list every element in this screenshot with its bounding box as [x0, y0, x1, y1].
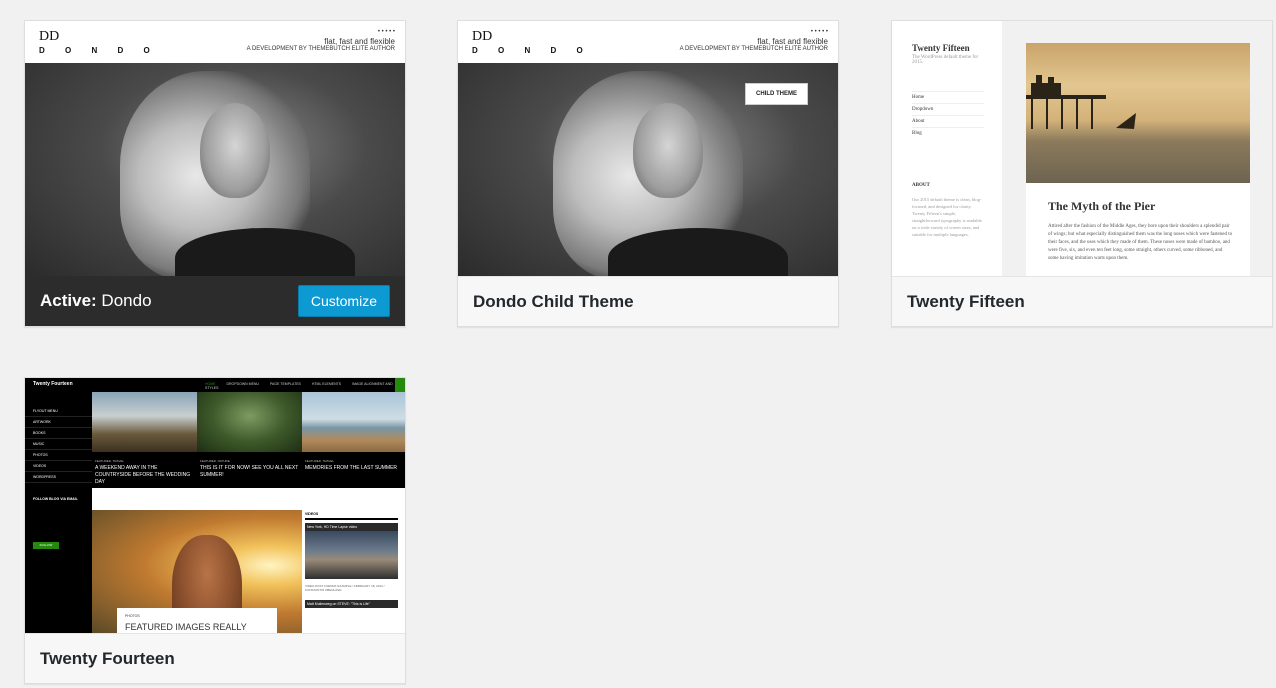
- t4-nav: HOME DROPDOWN MENU PAGE TEMPLATES HTML E…: [205, 382, 405, 390]
- t4-follow-heading: FOLLOW BLOG VIA EMAIL: [33, 497, 78, 501]
- portrait-face: [200, 103, 270, 198]
- tf-menu-item: About: [912, 115, 984, 127]
- t4-side-item: WORDPRESS: [25, 472, 92, 483]
- pier-silhouette: [1026, 75, 1136, 129]
- theme-card-twenty-fifteen[interactable]: Twenty Fifteen The WordPress default the…: [891, 20, 1273, 327]
- t4-feature-title: MEMORIES FROM THE LAST SUMMER: [305, 465, 398, 471]
- tf-menu: Home Dropdown About Blog: [912, 91, 984, 139]
- t4-side-item: BOOKS: [25, 428, 92, 439]
- customize-button[interactable]: Customize: [297, 285, 390, 317]
- t4-feature-image: [302, 392, 405, 452]
- tf-menu-item: Blog: [912, 127, 984, 139]
- tf-menu-item: Dropdown: [912, 103, 984, 115]
- tf-post-text: Attired after the fashion of the Middle …: [1048, 224, 1233, 261]
- tagline-text: flat, fast and flexible: [757, 37, 828, 46]
- tf-article: The Myth of the Pier Attired after the f…: [1026, 183, 1250, 276]
- dondo-wordmark: D O N D O: [39, 46, 159, 55]
- tf-about-heading: ABOUT: [912, 183, 930, 188]
- t4-nav-item: DROPDOWN MENU: [226, 382, 259, 386]
- theme-screenshot[interactable]: Twenty Fifteen The WordPress default the…: [892, 21, 1272, 276]
- dondo-tagline: • • • • • flat, fast and flexible A DEVE…: [247, 29, 395, 52]
- dondo-logo: DD: [39, 29, 60, 44]
- theme-preview-header: DD D O N D O • • • • • flat, fast and fl…: [25, 21, 405, 64]
- portrait-face: [633, 103, 703, 198]
- child-theme-badge: CHILD THEME: [745, 83, 808, 105]
- t4-sidebar: FLYOUT MENU ARTWORK BOOKS MUSIC PHOTOS V…: [25, 392, 92, 633]
- tf-about-text: Our 2015 default theme is clean, blog-fo…: [912, 197, 982, 237]
- theme-name-bar: Dondo Child Theme: [458, 276, 838, 326]
- t4-featured-text: FEATURED IMAGES REALLY: [125, 622, 247, 632]
- t4-brand: Twenty Fourteen: [33, 381, 73, 387]
- t4-feature-title: THIS IS IT FOR NOW! SEE YOU ALL NEXT SUM…: [200, 465, 299, 478]
- dondo-logo: DD: [472, 29, 493, 44]
- t4-feature-title: A WEEKEND AWAY IN THE COUNTRYSIDE BEFORE…: [95, 465, 191, 485]
- t4-feature-image: [92, 392, 197, 452]
- t4-nav-item: HTML ELEMENTS: [311, 382, 342, 386]
- tagline-sub: A DEVELOPMENT BY THEMEBUTCH ELITE AUTHOR: [679, 46, 828, 52]
- tf-post-title: The Myth of the Pier: [1048, 199, 1156, 213]
- theme-name-bar: Twenty Fourteen: [25, 633, 405, 683]
- t4-feature-label: FEATURED, NATURE: [200, 459, 230, 463]
- theme-card-twenty-fourteen[interactable]: Twenty Fourteen HOME DROPDOWN MENU PAGE …: [24, 377, 406, 684]
- t4-video-title: New York, HD Time Lapse video: [305, 523, 398, 531]
- active-label: Active:: [40, 291, 97, 310]
- tf-site-desc: The WordPress default theme for 2015.: [912, 55, 979, 65]
- tf-site-title: Twenty Fifteen: [912, 43, 970, 53]
- t4-video-thumb: [305, 531, 398, 579]
- theme-title: Dondo: [101, 291, 152, 310]
- theme-card-dondo-child[interactable]: DD D O N D O • • • • • flat, fast and fl…: [457, 20, 839, 327]
- t4-topbar: Twenty Fourteen HOME DROPDOWN MENU PAGE …: [25, 378, 405, 392]
- t4-side-item: ARTWORK: [25, 417, 92, 428]
- t4-video-caption: VIDEO POST FORMAT EXAMPLE / FEBRUARY 18,…: [305, 584, 385, 592]
- theme-screenshot[interactable]: DD D O N D O • • • • • flat, fast and fl…: [458, 21, 838, 276]
- t4-side-item: MUSIC: [25, 439, 92, 450]
- tagline-dots: • • • • •: [377, 29, 395, 35]
- portrait-image: [25, 63, 405, 276]
- dondo-tagline: • • • • • flat, fast and flexible A DEVE…: [680, 29, 828, 52]
- t4-video-title-2: Matt Mullenweg on STEVE: "This is Life": [305, 600, 398, 608]
- t4-featured-label: PHOTOS: [125, 614, 140, 618]
- theme-preview-header: DD D O N D O • • • • • flat, fast and fl…: [458, 21, 838, 64]
- pier-photo: [1026, 43, 1250, 183]
- tf-main: The Myth of the Pier Attired after the f…: [1002, 21, 1272, 276]
- theme-card-dondo[interactable]: DD D O N D O • • • • • flat, fast and fl…: [24, 20, 406, 327]
- t4-side-item: PHOTOS: [25, 450, 92, 461]
- tagline-dots: • • • • •: [810, 29, 828, 35]
- t4-nav-item: PAGE TEMPLATES: [269, 382, 301, 386]
- theme-name: Twenty Fourteen: [40, 648, 175, 668]
- tagline-sub: A DEVELOPMENT BY THEMEBUTCH ELITE AUTHOR: [246, 46, 395, 52]
- theme-screenshot[interactable]: DD D O N D O • • • • • flat, fast and fl…: [25, 21, 405, 276]
- theme-name-bar: Twenty Fifteen: [892, 276, 1272, 326]
- t4-feature-caption: FEATURED, TRAVEL A WEEKEND AWAY IN THE C…: [95, 458, 195, 486]
- theme-name: Active: Dondo: [40, 291, 152, 311]
- theme-name-bar: Active: Dondo Customize: [25, 276, 405, 326]
- t4-feature-label: FEATURED, TRAVEL: [305, 459, 335, 463]
- t4-video-widget: VIDEOS New York, HD Time Lapse video VID…: [305, 510, 398, 633]
- t4-feature-caption: FEATURED, NATURE THIS IS IT FOR NOW! SEE…: [200, 458, 300, 479]
- search-icon: [395, 378, 405, 392]
- t4-feature-label: FEATURED, TRAVEL: [95, 459, 125, 463]
- t4-featured-grid: FEATURED, TRAVEL A WEEKEND AWAY IN THE C…: [92, 392, 405, 488]
- t4-follow-button: FOLLOW: [33, 542, 59, 549]
- t4-side-item: VIDEOS: [25, 461, 92, 472]
- theme-screenshot[interactable]: Twenty Fourteen HOME DROPDOWN MENU PAGE …: [25, 378, 405, 633]
- t4-feature-image: [197, 392, 302, 452]
- tf-menu-item: Home: [912, 91, 984, 103]
- t4-videos-heading: VIDEOS: [305, 510, 398, 520]
- t4-side-item: FLYOUT MENU: [25, 406, 92, 417]
- dondo-wordmark: D O N D O: [472, 46, 592, 55]
- theme-name: Dondo Child Theme: [473, 291, 634, 311]
- t4-featured-box: PHOTOS FEATURED IMAGES REALLY: [117, 608, 277, 633]
- t4-preview: Twenty Fourteen HOME DROPDOWN MENU PAGE …: [25, 378, 405, 633]
- tf-sidebar: Twenty Fifteen The WordPress default the…: [892, 21, 1003, 276]
- tagline-text: flat, fast and flexible: [324, 37, 395, 46]
- theme-name: Twenty Fifteen: [907, 291, 1025, 311]
- t4-feature-caption: FEATURED, TRAVEL MEMORIES FROM THE LAST …: [305, 458, 405, 472]
